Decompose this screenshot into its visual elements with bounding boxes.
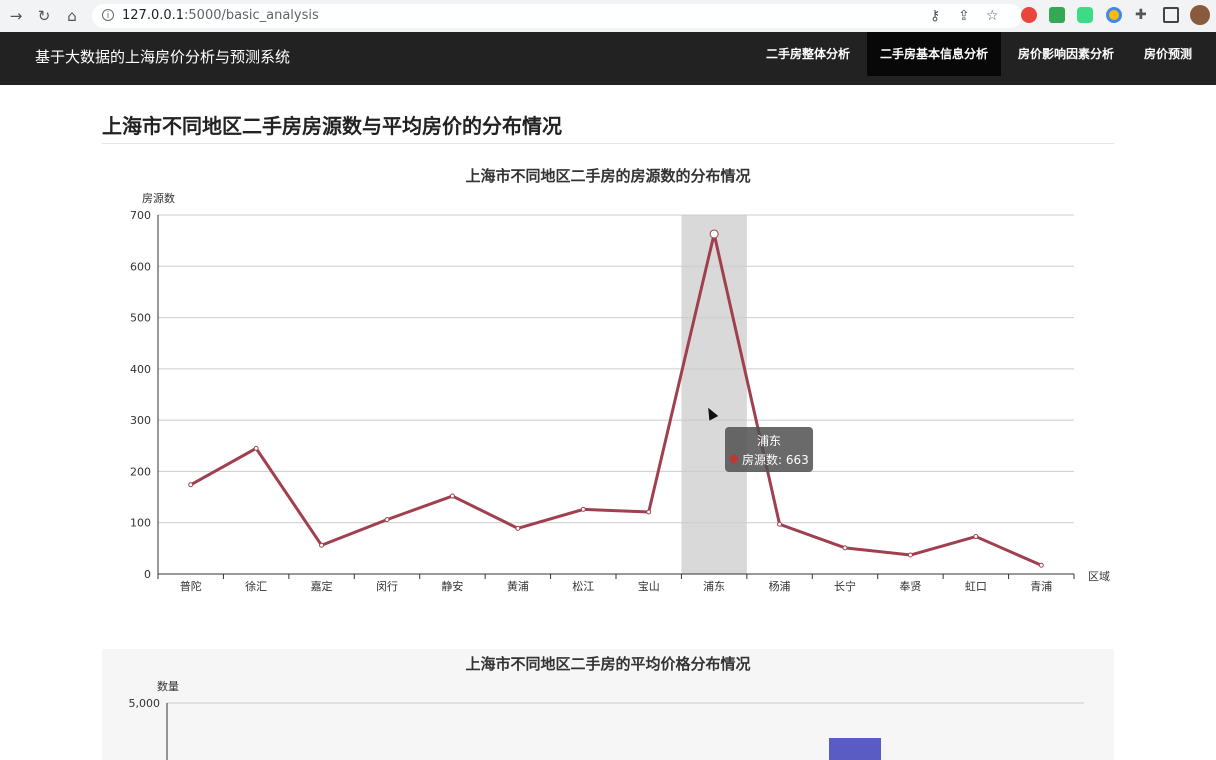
browser-toolbar: → ↻ ⌂ i 127.0.0.1:5000/basic_analysis ⚷ … (0, 0, 1216, 33)
nav-item-basic-info-analysis[interactable]: 二手房基本信息分析 (867, 32, 1002, 76)
data-point (973, 534, 979, 540)
data-point (319, 542, 325, 548)
data-point (384, 517, 390, 523)
line-chart-svg[interactable]: 0 100 200 300 400 500 600 700 普陀 徐汇 嘉定 闵行 静安 黄浦 松江 宝山 浦东… (102, 155, 1114, 605)
tooltip-title: 浦东 (756, 434, 781, 448)
data-point (1038, 562, 1044, 568)
nav-item-overall-analysis[interactable]: 二手房整体分析 (753, 32, 863, 76)
y-tick-label: 300 (130, 414, 151, 427)
extension-chrome-icon[interactable] (1106, 7, 1122, 23)
chart-tooltip: 浦东 房源数: 663 (725, 427, 813, 472)
brand-title[interactable]: 基于大数据的上海房价分析与预测系统 (35, 46, 290, 67)
y-tick-label: 700 (130, 209, 151, 222)
address-bar[interactable]: i 127.0.0.1:5000/basic_analysis ⚷ ⇪ ☆ (92, 4, 1022, 28)
divider (102, 143, 1114, 144)
share-icon[interactable]: ⇪ (958, 8, 970, 24)
data-point (646, 509, 652, 515)
app-navbar: 基于大数据的上海房价分析与预测系统 二手房整体分析 二手房基本信息分析 房价影响… (0, 32, 1216, 85)
bar (829, 738, 881, 760)
x-tick-label: 宝山 (638, 579, 660, 593)
x-tick-label: 黄浦 (507, 579, 529, 593)
nav-item-price-factors[interactable]: 房价影响因素分析 (1005, 32, 1127, 76)
x-tick-label: 普陀 (180, 579, 202, 593)
extension-android-icon[interactable] (1077, 7, 1093, 23)
tooltip-series-name: 房源数 (742, 453, 779, 467)
x-tick-label: 青浦 (1030, 580, 1052, 593)
data-point (842, 545, 848, 551)
data-point (580, 506, 586, 512)
side-panel-icon[interactable] (1163, 7, 1179, 23)
bookmark-star-icon[interactable]: ☆ (986, 8, 999, 24)
extensions-puzzle-icon[interactable]: ✚ (1135, 7, 1147, 23)
x-tick-label: 长宁 (834, 579, 856, 593)
y-tick-label: 400 (130, 363, 151, 376)
data-point (449, 493, 455, 499)
data-point (777, 521, 783, 527)
page-title: 上海市不同地区二手房房源数与平均房价的分布情况 (102, 114, 562, 138)
tooltip-value-row: 房源数: 663 (742, 453, 809, 467)
reload-icon[interactable]: ↻ (34, 6, 54, 26)
y-tick-label: 0 (144, 568, 151, 581)
x-tick-label: 徐汇 (245, 579, 267, 593)
data-point (907, 552, 913, 558)
key-icon[interactable]: ⚷ (930, 8, 940, 24)
x-tick-label: 松江 (572, 579, 594, 593)
nav-item-price-prediction[interactable]: 房价预测 (1131, 32, 1205, 76)
data-point (253, 445, 259, 451)
bar-chart-svg[interactable]: 5,000 (102, 649, 1114, 760)
data-point (709, 229, 719, 239)
home-icon[interactable]: ⌂ (62, 6, 82, 26)
y-tick-label: 200 (130, 465, 151, 478)
extension-shield-icon[interactable] (1049, 7, 1065, 23)
x-tick-label: 虹口 (965, 580, 987, 593)
x-tick-label: 嘉定 (311, 579, 333, 593)
x-tick-label: 静安 (441, 579, 463, 593)
highlight-band (681, 215, 747, 574)
data-point (188, 482, 194, 488)
x-tick-label: 闵行 (376, 579, 398, 593)
tooltip-series-dot (730, 455, 738, 463)
tooltip-value: 663 (785, 453, 809, 467)
back-icon[interactable]: → (6, 6, 26, 26)
site-info-icon[interactable]: i (102, 9, 114, 21)
profile-avatar[interactable] (1190, 5, 1210, 25)
data-point (515, 525, 521, 531)
y-tick-label: 5,000 (129, 697, 161, 710)
url-path: :5000/basic_analysis (184, 8, 319, 23)
series-line (189, 232, 1042, 567)
y-tick-label: 600 (130, 260, 151, 273)
avg-price-chart: 上海市不同地区二手房的平均价格分布情况 数量 5,000 (102, 649, 1114, 760)
extension-infinity-icon[interactable] (1021, 7, 1037, 23)
x-tick-label: 奉贤 (899, 579, 921, 593)
url-host: 127.0.0.1 (122, 8, 185, 23)
x-tick-label: 杨浦 (769, 579, 791, 593)
y-tick-label: 500 (130, 312, 151, 325)
listing-count-chart: 上海市不同地区二手房的房源数的分布情况 房源数 区域 0 100 200 300 400… (102, 155, 1114, 605)
x-tick-label: 浦东 (703, 580, 725, 593)
url-text: 127.0.0.1:5000/basic_analysis (122, 8, 319, 23)
y-tick-label: 100 (130, 517, 151, 530)
